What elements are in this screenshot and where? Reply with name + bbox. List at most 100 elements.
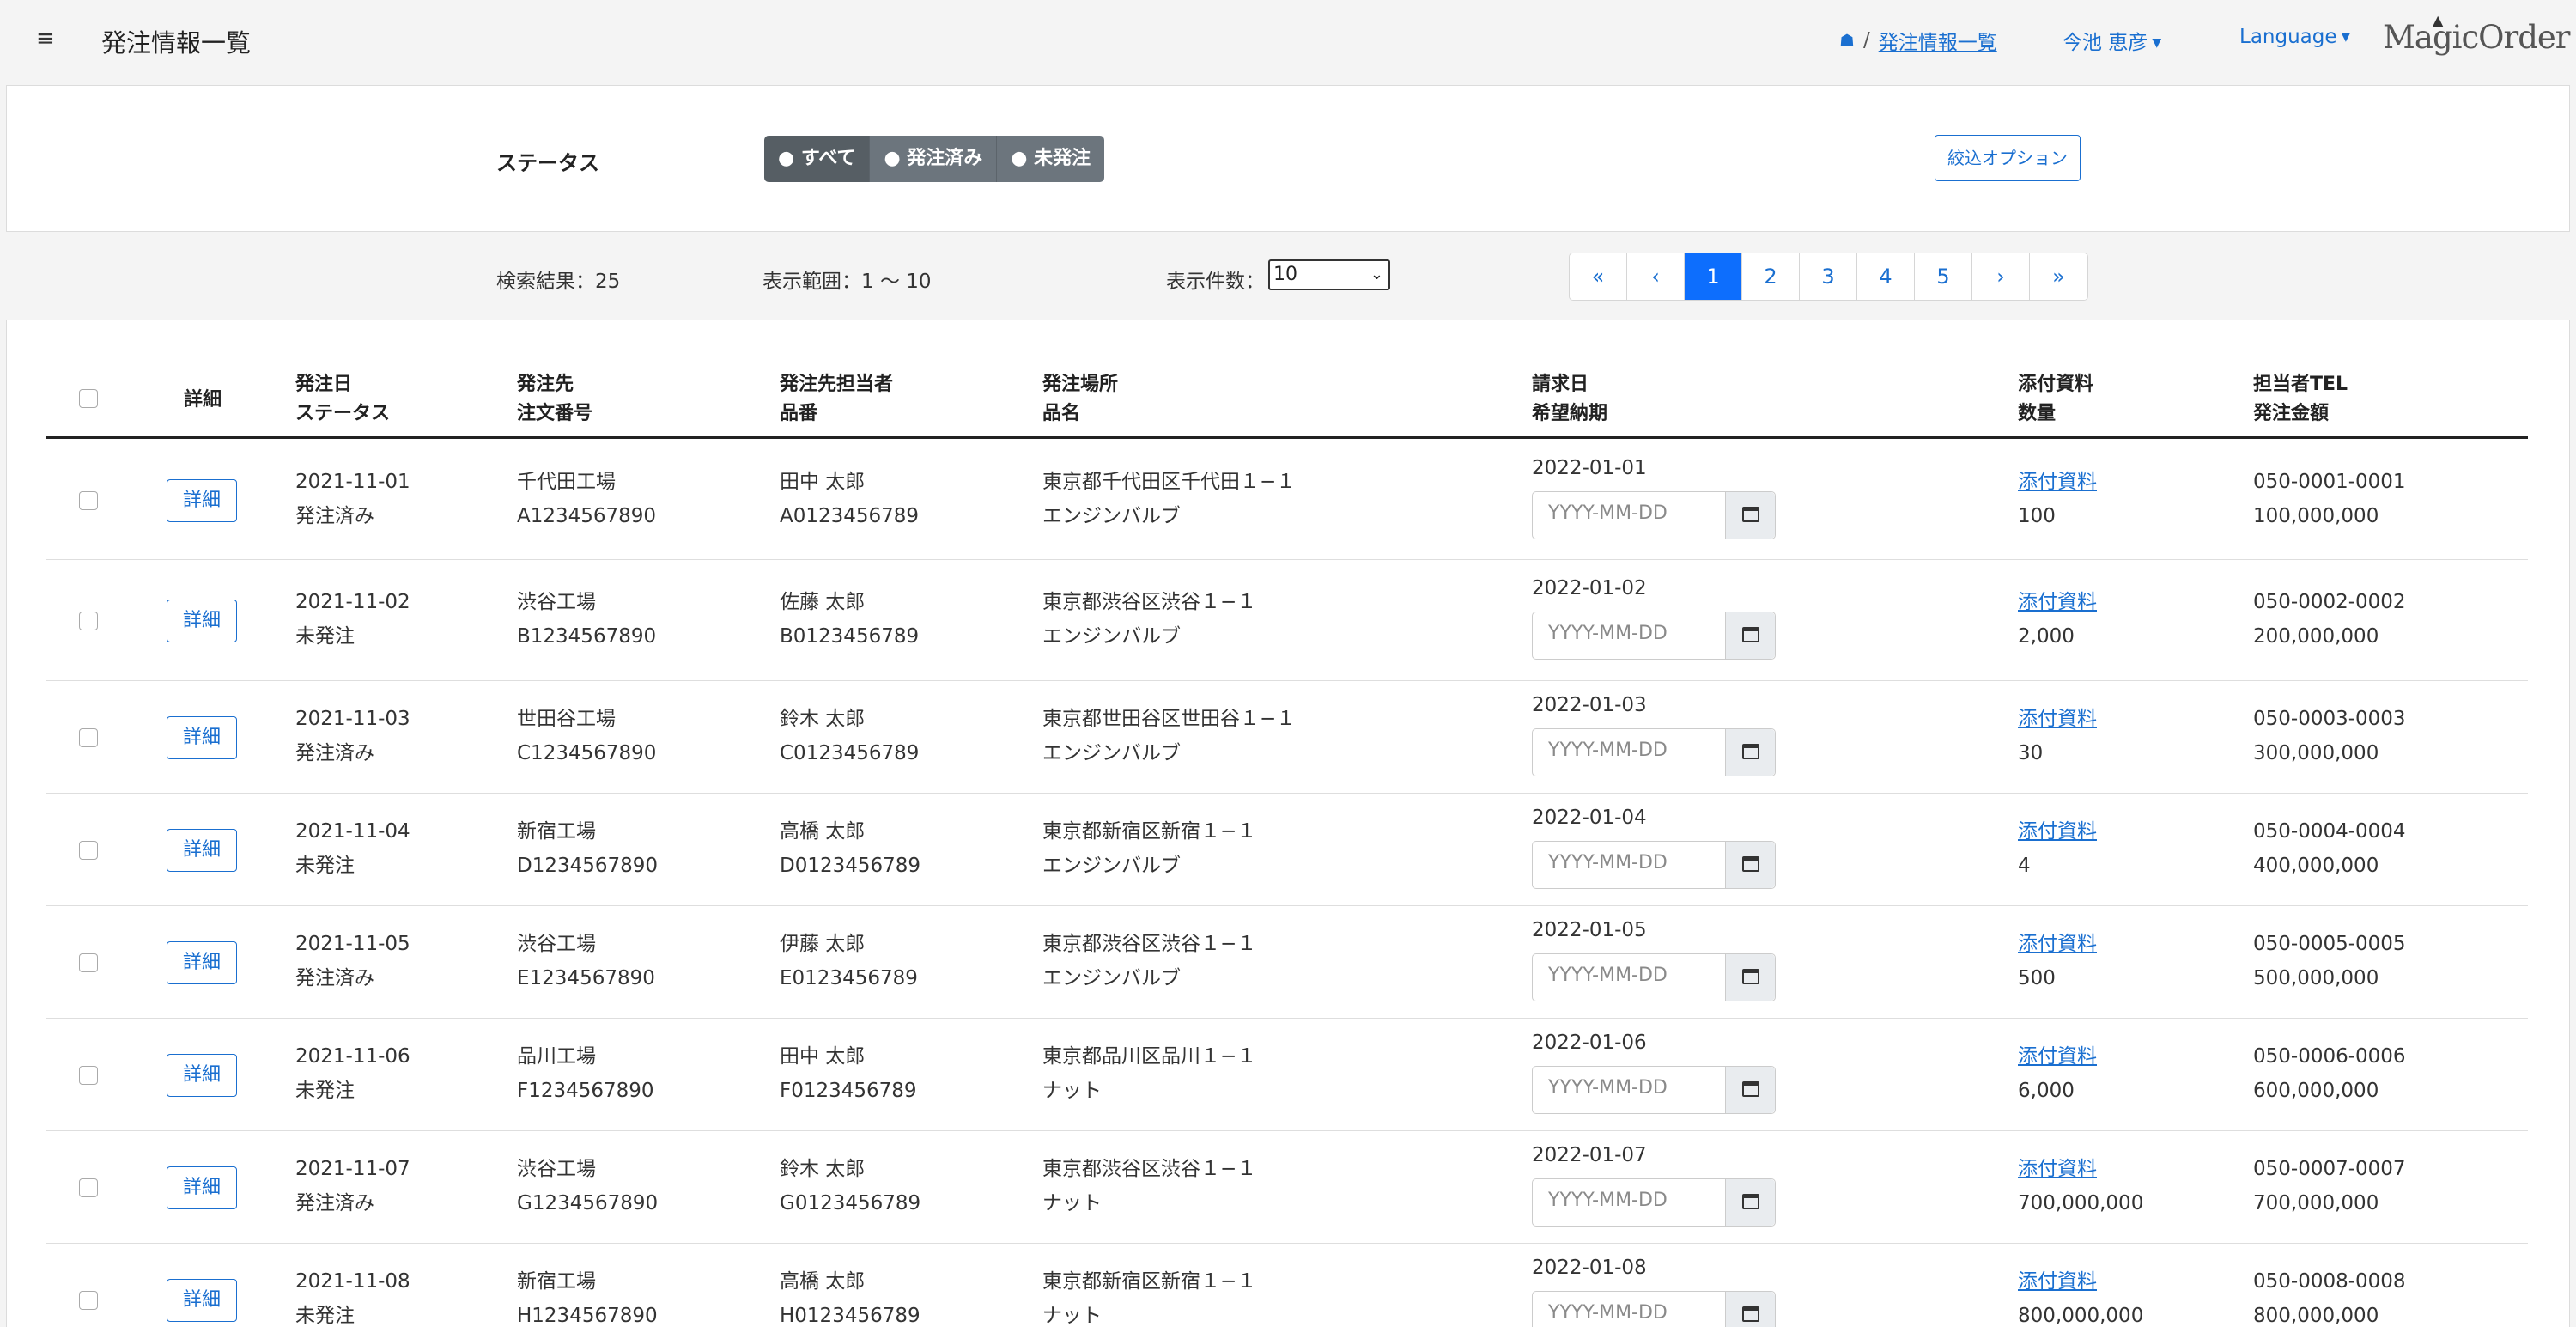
menu-icon[interactable]: ≡ bbox=[36, 26, 55, 52]
row-checkbox[interactable] bbox=[79, 840, 98, 860]
order-location: 東京都世田谷区世田谷１−１ bbox=[1042, 707, 1297, 730]
row-checkbox[interactable] bbox=[79, 1065, 98, 1085]
filter-options-button[interactable]: 絞込オプション bbox=[1935, 135, 2081, 181]
calendar-button[interactable] bbox=[1725, 1178, 1775, 1226]
calendar-button[interactable] bbox=[1725, 612, 1775, 659]
calendar-button[interactable] bbox=[1725, 492, 1775, 539]
desired-delivery-input[interactable]: YYYY-MM-DD bbox=[1532, 1065, 1776, 1114]
row-checkbox[interactable] bbox=[79, 1290, 98, 1310]
attachment-link-text[interactable]: 添付資料 bbox=[2018, 820, 2097, 843]
attachment-link-text[interactable]: 添付資料 bbox=[2018, 1045, 2097, 1068]
desired-delivery-input[interactable]: YYYY-MM-DD bbox=[1532, 611, 1776, 660]
contact-tel: 050-0001-0001 bbox=[2253, 471, 2406, 493]
attachment-link[interactable]: 添付資料 bbox=[2018, 1039, 2097, 1074]
page-prev[interactable]: ‹ bbox=[1627, 253, 1685, 300]
per-page-label: 表示件数： bbox=[1166, 271, 1265, 293]
per-page-select[interactable]: 10 ⌄ bbox=[1268, 259, 1390, 290]
chevron-down-icon: ⌄ bbox=[1370, 265, 1383, 283]
quantity: 700,000,000 bbox=[2018, 1191, 2144, 1214]
desired-delivery-input[interactable]: YYYY-MM-DD bbox=[1532, 1290, 1776, 1327]
status-option-all[interactable]: ● すべて bbox=[764, 136, 871, 182]
attachment-link[interactable]: 添付資料 bbox=[2018, 814, 2097, 849]
desired-delivery-input[interactable]: YYYY-MM-DD bbox=[1532, 727, 1776, 776]
home-icon[interactable]: ☗ bbox=[1839, 30, 1855, 51]
page-3[interactable]: 3 bbox=[1800, 253, 1857, 300]
attachment-link[interactable]: 添付資料 bbox=[2018, 465, 2097, 499]
order-amount: 300,000,000 bbox=[2253, 741, 2379, 764]
breadcrumb-current-link[interactable]: 発注情報一覧 bbox=[1879, 26, 1997, 55]
row-checkbox[interactable] bbox=[79, 1178, 98, 1197]
hat-icon: ▲ bbox=[2433, 12, 2443, 28]
detail-button[interactable]: 詳細 bbox=[167, 940, 237, 984]
desired-delivery-input[interactable]: YYYY-MM-DD bbox=[1532, 953, 1776, 1001]
row-checkbox[interactable] bbox=[79, 491, 98, 510]
caret-down-icon: ▼ bbox=[2341, 30, 2351, 44]
detail-button[interactable]: 詳細 bbox=[167, 1278, 237, 1322]
attachment-link[interactable]: 添付資料 bbox=[2018, 702, 2097, 736]
order-status: 発注済み bbox=[295, 505, 374, 527]
page-last[interactable]: » bbox=[2030, 253, 2087, 300]
attachment-link[interactable]: 添付資料 bbox=[2018, 927, 2097, 961]
order-amount: 500,000,000 bbox=[2253, 966, 2379, 989]
attachment-link[interactable]: 添付資料 bbox=[2018, 1264, 2097, 1299]
page-1[interactable]: 1 bbox=[1685, 253, 1742, 300]
attachment-link-text[interactable]: 添付資料 bbox=[2018, 1270, 2097, 1293]
header-desired-delivery: 希望納期 bbox=[1532, 403, 1608, 424]
language-label: Language bbox=[2239, 26, 2337, 48]
order-location: 東京都渋谷区渋谷１−１ bbox=[1042, 1157, 1257, 1180]
detail-button[interactable]: 詳細 bbox=[167, 1053, 237, 1097]
result-count: 検索結果：25 bbox=[496, 271, 621, 293]
detail-button[interactable]: 詳細 bbox=[167, 599, 237, 642]
page-4[interactable]: 4 bbox=[1857, 253, 1915, 300]
page-2[interactable]: 2 bbox=[1742, 253, 1800, 300]
page-first[interactable]: « bbox=[1570, 253, 1627, 300]
calendar-button[interactable] bbox=[1725, 728, 1775, 776]
status-option-not-ordered[interactable]: ● 未発注 bbox=[997, 136, 1105, 182]
attachment-link[interactable]: 添付資料 bbox=[2018, 585, 2097, 619]
attachment-link[interactable]: 添付資料 bbox=[2018, 1152, 2097, 1186]
order-number: A1234567890 bbox=[517, 505, 657, 527]
row-checkbox[interactable] bbox=[79, 611, 98, 630]
order-location: 東京都品川区品川１−１ bbox=[1042, 1044, 1257, 1068]
detail-button[interactable]: 詳細 bbox=[167, 1166, 237, 1209]
desired-delivery-input[interactable]: YYYY-MM-DD bbox=[1532, 1178, 1776, 1227]
desired-delivery-input[interactable]: YYYY-MM-DD bbox=[1532, 840, 1776, 889]
select-all-checkbox[interactable] bbox=[79, 389, 98, 408]
attachment-link-text[interactable]: 添付資料 bbox=[2018, 1158, 2097, 1180]
calendar-button[interactable] bbox=[1725, 953, 1775, 1001]
detail-button[interactable]: 詳細 bbox=[167, 828, 237, 872]
detail-button[interactable]: 詳細 bbox=[167, 479, 237, 522]
desired-delivery-input[interactable]: YYYY-MM-DD bbox=[1532, 491, 1776, 539]
user-menu[interactable]: 今池 恵彦 ▼ bbox=[2063, 26, 2161, 55]
page-next[interactable]: › bbox=[1972, 253, 2030, 300]
breadcrumb-separator: / bbox=[1862, 29, 1870, 52]
detail-button[interactable]: 詳細 bbox=[167, 715, 237, 759]
supplier-contact: 田中 太郎 bbox=[780, 1044, 866, 1068]
invoice-date: 2022-01-08 bbox=[1532, 1256, 1647, 1279]
status-option-ordered[interactable]: ● 発注済み bbox=[870, 136, 998, 182]
part-number: C0123456789 bbox=[780, 741, 920, 764]
table-row: 詳細 2021-11-05 発注済み 渋谷工場 E1234567890 伊藤 太郎 E012… bbox=[46, 906, 2528, 1019]
page-5[interactable]: 5 bbox=[1915, 253, 1972, 300]
calendar-button[interactable] bbox=[1725, 841, 1775, 888]
attachment-link-text[interactable]: 添付資料 bbox=[2018, 591, 2097, 613]
calendar-button[interactable] bbox=[1725, 1291, 1775, 1327]
calendar-button[interactable] bbox=[1725, 1066, 1775, 1113]
date-placeholder: YYYY-MM-DD bbox=[1548, 502, 1668, 524]
table-row: 詳細 2021-11-06 未発注 品川工場 F1234567890 田中 太郎 F0123… bbox=[46, 1019, 2528, 1131]
attachment-link-text[interactable]: 添付資料 bbox=[2018, 933, 2097, 955]
order-status: 未発注 bbox=[295, 1079, 355, 1102]
supplier: 渋谷工場 bbox=[517, 590, 596, 613]
language-menu[interactable]: Language ▼ bbox=[2239, 26, 2350, 48]
date-placeholder: YYYY-MM-DD bbox=[1548, 622, 1668, 644]
row-checkbox[interactable] bbox=[79, 953, 98, 972]
table-row: 詳細 2021-11-03 発注済み 世田谷工場 C1234567890 鈴木 太郎 C01… bbox=[46, 681, 2528, 794]
date-placeholder: YYYY-MM-DD bbox=[1548, 964, 1668, 986]
orders-table-panel: 詳細 発注日 ステータス 発注先 注文番号 発注先担当者 品番 発注場所 品名 … bbox=[6, 320, 2570, 1327]
supplier-contact: 高橋 太郎 bbox=[780, 1269, 866, 1293]
invoice-date: 2022-01-05 bbox=[1532, 918, 1647, 941]
supplier-contact: 高橋 太郎 bbox=[780, 819, 866, 843]
attachment-link-text[interactable]: 添付資料 bbox=[2018, 471, 2097, 493]
attachment-link-text[interactable]: 添付資料 bbox=[2018, 708, 2097, 730]
row-checkbox[interactable] bbox=[79, 727, 98, 747]
